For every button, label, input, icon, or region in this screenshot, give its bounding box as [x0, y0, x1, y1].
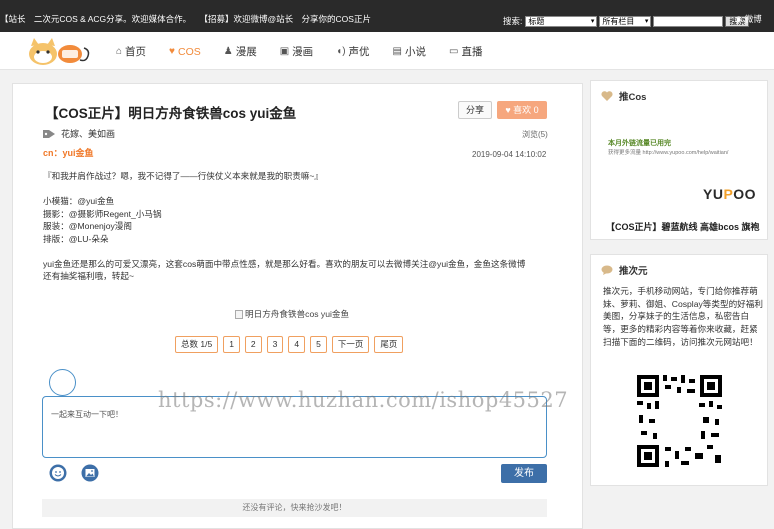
empty-comments: 还没有评论，快来抢沙发吧！: [42, 499, 547, 517]
nav-item-comics[interactable]: ▣ 漫画: [280, 44, 313, 59]
announcement-ticker: 【站长 二次元COS & ACG分享。欢迎媒体合作。 【招募】欢迎微博@站长 分…: [0, 13, 420, 25]
search-field-select[interactable]: 标题 ▾: [525, 15, 598, 27]
search-column-select[interactable]: 所有栏目 ▾: [599, 15, 652, 27]
share-button[interactable]: 分享: [458, 101, 492, 119]
page-link[interactable]: 2: [244, 336, 262, 353]
article-body: 『和我并肩作战过？嗯，我不记得了——行侠仗义本来就是我的职责嘛~』 小模猫：@y…: [43, 170, 553, 283]
page-link[interactable]: 5: [310, 336, 327, 353]
site-logo[interactable]: [26, 36, 98, 66]
group-icon: ♟: [223, 46, 233, 57]
broken-image-icon: [235, 309, 243, 319]
credit-line: 服装：@Monenjoy漫阁: [43, 221, 132, 231]
last-page-button[interactable]: 尾页: [374, 336, 404, 353]
article-paragraph: 还有抽奖福利哦，转起~: [43, 271, 134, 281]
ticker-item[interactable]: 分享你的COS正片: [302, 14, 371, 24]
weibo-icon: ◉: [735, 14, 743, 24]
nav-item-novel[interactable]: ▤ 小说: [393, 44, 426, 59]
page-link[interactable]: 3: [266, 336, 284, 353]
page-link[interactable]: 1: [223, 336, 240, 353]
yupoo-logo: YUPOO: [703, 186, 757, 202]
top-search: 搜索: 标题 ▾ 所有栏目 ▾ 搜索: [503, 15, 750, 27]
sidebar-card-tuciyuan: 推次元 推次元，手机移动网站，专门给你推荐萌妹、萝莉、御姐、Cosplay等类型…: [590, 254, 768, 486]
next-page-button[interactable]: 下一页: [331, 336, 370, 353]
page-link[interactable]: 4: [288, 336, 306, 353]
watermark-text: https://www.huzhan.com/ishop45527: [158, 388, 569, 412]
article-card: 【COS正片】明日方舟食铁兽cos yui金鱼 分享 ♥ 喜欢 0 花嫁、美如画…: [12, 83, 583, 529]
page-total: 总数 1/5: [175, 336, 219, 353]
sidebar-card-cos: 推Cos 本月外链流量已用完 获得更多流量 http://www.yupoo.c…: [590, 80, 768, 240]
tag-row: 花嫁、美如画: [43, 127, 115, 140]
emoji-icon[interactable]: [49, 464, 67, 482]
card-title: 推Cos: [601, 89, 646, 103]
nav-items: ⌂ 首页 ♥ COS ♟ 漫展 ▣ 漫画 ◖) 声优 ▤ 小说 ▭ 直播: [116, 44, 505, 59]
article-tags[interactable]: 花嫁、美如画: [61, 127, 115, 140]
credit-line: 小模猫：@yui金鱼: [43, 196, 115, 206]
view-count: 浏览(5): [522, 130, 548, 139]
ticker-item[interactable]: 【招募】欢迎微博@站长: [200, 14, 294, 24]
image-upload-icon[interactable]: [81, 464, 99, 482]
credit-line: 摄影：@摄影师Regent_小马锅: [43, 208, 162, 219]
avatar: [49, 369, 76, 396]
ad-subtitle: 获得更多流量 http://www.yupoo.com/help/waitian…: [608, 150, 729, 156]
ticker-item[interactable]: 二次元COS & ACG分享。欢迎媒体合作。: [34, 14, 191, 24]
nav-item-home[interactable]: ⌂ 首页: [116, 44, 146, 59]
article-paragraph: yui金鱼还是那么的可爱又漂亮，这套cos萌面中带点性感，就是那么好看。喜欢的朋…: [43, 258, 526, 269]
card-title: 推次元: [601, 263, 648, 277]
like-button[interactable]: ♥ 喜欢 0: [497, 101, 547, 119]
nav-item-cos[interactable]: ♥ COS: [169, 44, 201, 59]
sidebar-post-link[interactable]: 【COS正片】碧蓝航线 高雄bcos 旗袍: [606, 220, 760, 233]
ticker-item[interactable]: 【站长: [0, 14, 26, 24]
nav-item-expo[interactable]: ♟ 漫展: [224, 44, 257, 59]
book-icon: ▤: [392, 46, 402, 57]
article-quote: 『和我并肩作战过？嗯，我不记得了——行侠仗义本来就是我的职责嘛~』: [43, 171, 324, 181]
tag-icon: [43, 129, 55, 138]
chat-bubble-icon: [601, 265, 613, 275]
chevron-down-icon: ▾: [590, 17, 595, 25]
article-image: 明日方舟食铁兽cos yui金鱼: [235, 308, 349, 320]
ad-title: 本月外链流量已用完: [608, 140, 671, 147]
weibo-link[interactable]: ◉ 微博: [735, 13, 762, 25]
nav-item-voice[interactable]: ◖) 声优: [336, 44, 369, 59]
heart-icon: [601, 91, 613, 101]
nav-item-live[interactable]: ▭ 直播: [449, 44, 482, 59]
article-author: cn：yui金鱼: [43, 148, 94, 158]
monitor-icon: ▭: [449, 46, 459, 57]
credit-line: 排版：@LU-朵朵: [43, 233, 109, 244]
search-label: 搜索:: [503, 16, 523, 26]
volume-icon: ◖): [336, 46, 346, 57]
article-title: 【COS正片】明日方舟食铁兽cos yui金鱼: [45, 106, 297, 121]
pagination: 总数 1/5 1 2 3 4 5 下一页 尾页: [175, 336, 408, 353]
search-input[interactable]: [653, 15, 724, 27]
main-nav: ⌂ 首页 ♥ COS ♟ 漫展 ▣ 漫画 ◖) 声优 ▤ 小说 ▭ 直播: [0, 32, 774, 70]
qr-code-image: [637, 375, 722, 467]
heart-icon: ♥: [169, 46, 175, 57]
home-icon: ⌂: [116, 46, 123, 57]
chevron-down-icon: ▾: [644, 17, 649, 25]
top-bar: 【站长 二次元COS & ACG分享。欢迎媒体合作。 【招募】欢迎微博@站长 分…: [0, 0, 774, 32]
heart-icon: ♥: [505, 105, 511, 115]
comment-placeholder: 一起来互动一下吧！: [51, 410, 123, 419]
site-description: 推次元，手机移动网站，专门给你推荐萌妹、萝莉、御姐、Cosplay等类型的好福利…: [603, 286, 763, 347]
publish-button[interactable]: 发布: [501, 464, 547, 483]
picture-icon: ▣: [279, 46, 290, 57]
publish-date: 2019-09-04 14:10:02: [472, 150, 547, 159]
